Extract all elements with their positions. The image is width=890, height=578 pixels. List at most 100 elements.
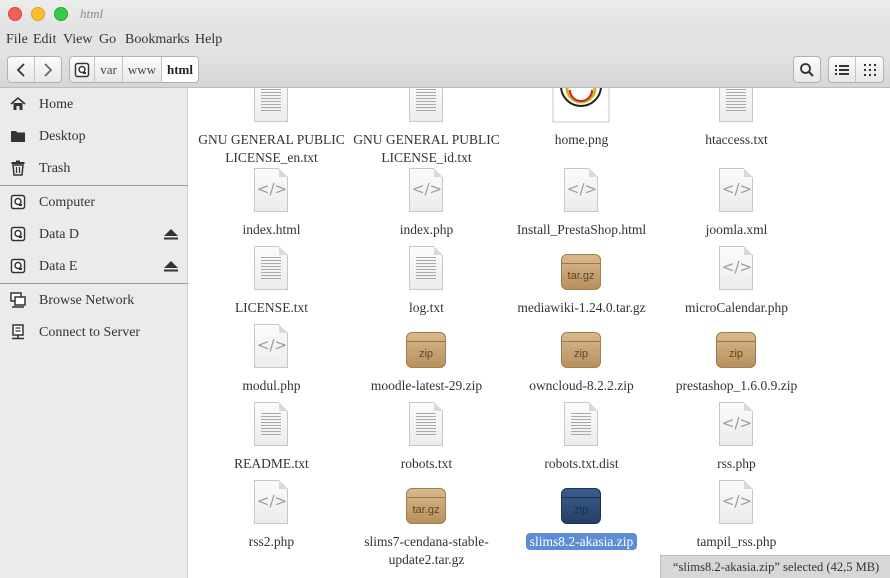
sidebar-item-label: Data E [39, 259, 78, 274]
file-name: joomla.xml [705, 222, 768, 237]
file-name: home.png [554, 132, 609, 147]
sidebar-item-data-e[interactable]: Data E [0, 252, 188, 280]
list-view-button[interactable] [829, 57, 857, 82]
file-item[interactable]: tar.gz mediawiki-1.24.0.tar.gz [504, 246, 659, 336]
file-item[interactable]: robots.txt.dist [504, 402, 659, 492]
sidebar-item-computer[interactable]: Computer [0, 188, 188, 216]
file-item[interactable]: zip prestashop_1.6.0.9.zip [659, 324, 814, 414]
chevron-right-icon [44, 62, 53, 77]
file-name: moodle-latest-29.zip [370, 378, 483, 393]
grid-view-icon [863, 63, 876, 76]
file-item[interactable]: log.txt [349, 246, 504, 336]
file-name: htaccess.txt [705, 132, 768, 147]
breadcrumb-www[interactable]: www [123, 57, 162, 82]
file-name: owncloud-8.2.2.zip [529, 378, 634, 393]
file-item[interactable]: </> rss.php [659, 402, 814, 492]
view-mode-buttons [828, 56, 884, 83]
forward-button[interactable] [35, 57, 61, 82]
trash-icon [11, 160, 25, 176]
close-window-button[interactable] [8, 7, 22, 21]
sidebar-item-home[interactable]: Home [0, 90, 188, 118]
network-icon [10, 292, 26, 308]
back-button[interactable] [8, 57, 35, 82]
file-item[interactable]: GNU GENERAL PUBLIC LICENSE_en.txt [194, 88, 349, 168]
breadcrumb-var[interactable]: var [95, 57, 123, 82]
file-name: mediawiki-1.24.0.tar.gz [517, 300, 646, 315]
breadcrumb-html[interactable]: html [162, 57, 198, 82]
search-button[interactable] [794, 57, 820, 82]
menu-file[interactable]: File [6, 32, 28, 48]
file-item[interactable]: </> Install_PrestaShop.html [504, 168, 659, 258]
file-item[interactable]: zip slims8.2-akasia.zip [504, 480, 659, 570]
file-item[interactable]: LICENSE.txt [194, 246, 349, 336]
file-item[interactable]: </> modul.php [194, 324, 349, 414]
archive-file-icon: zip [406, 324, 446, 370]
file-item[interactable]: </> rss2.php [194, 480, 349, 570]
menu-help[interactable]: Help [195, 32, 222, 48]
menu-view[interactable]: View [63, 32, 92, 48]
menu-go[interactable]: Go [99, 32, 116, 48]
text-file-icon [251, 402, 291, 448]
minimize-window-button[interactable] [31, 7, 45, 21]
code-file-icon: </> [716, 480, 756, 526]
server-icon [12, 324, 24, 340]
sidebar-item-desktop[interactable]: Desktop [0, 122, 188, 150]
breadcrumb-root[interactable] [70, 57, 96, 82]
file-name: modul.php [242, 378, 301, 393]
code-file-icon: </> [716, 168, 756, 214]
file-item[interactable]: </> index.php [349, 168, 504, 258]
sidebar-divider [0, 185, 188, 186]
file-item[interactable]: home.png [504, 88, 659, 168]
file-name: GNU GENERAL PUBLIC LICENSE_id.txt [353, 132, 500, 165]
home-icon [10, 96, 26, 110]
file-item[interactable]: zip owncloud-8.2.2.zip [504, 324, 659, 414]
menu-edit[interactable]: Edit [33, 32, 56, 48]
file-name: slims7-cendana-stable-update2.tar.gz [364, 534, 489, 567]
file-item[interactable]: zip moodle-latest-29.zip [349, 324, 504, 414]
eject-icon[interactable] [164, 261, 178, 272]
archive-file-icon: zip [716, 324, 756, 370]
status-bar: “slims8.2-akasia.zip” selected (42,5 MB) [660, 555, 890, 578]
image-file-icon [551, 88, 611, 124]
sidebar-divider [0, 283, 188, 284]
text-file-icon [406, 402, 446, 448]
file-item[interactable]: </> index.html [194, 168, 349, 258]
file-item[interactable]: robots.txt [349, 402, 504, 492]
sidebar: Home Desktop Trash Computer Data D Data … [0, 88, 188, 578]
file-item[interactable]: htaccess.txt [659, 88, 814, 168]
code-file-icon: </> [406, 168, 446, 214]
sidebar-item-label: Browse Network [39, 293, 135, 308]
archive-file-icon: tar.gz [561, 246, 601, 292]
file-name: LICENSE.txt [234, 300, 309, 315]
file-item[interactable]: GNU GENERAL PUBLIC LICENSE_id.txt [349, 88, 504, 168]
search-button-group [793, 56, 821, 83]
code-file-icon: </> [716, 246, 756, 292]
file-name: GNU GENERAL PUBLIC LICENSE_en.txt [198, 132, 345, 165]
file-item[interactable]: </> joomla.xml [659, 168, 814, 258]
toolbar: var www html [0, 52, 890, 88]
menu-bookmarks[interactable]: Bookmarks [125, 32, 190, 48]
code-file-icon: </> [561, 168, 601, 214]
maximize-window-button[interactable] [54, 7, 68, 21]
chevron-left-icon [16, 62, 25, 77]
sidebar-item-data-d[interactable]: Data D [0, 220, 188, 248]
file-name: index.php [399, 222, 454, 237]
file-name: rss2.php [248, 534, 295, 549]
code-file-icon: </> [251, 168, 291, 214]
sidebar-item-label: Connect to Server [39, 325, 141, 340]
sidebar-item-trash[interactable]: Trash [0, 154, 188, 182]
grid-view-button[interactable] [856, 57, 883, 82]
file-item[interactable]: tar.gz slims7-cendana-stable-update2.tar.… [349, 480, 504, 570]
eject-icon[interactable] [164, 229, 178, 240]
list-view-icon [835, 64, 849, 75]
sidebar-item-browse-network[interactable]: Browse Network [0, 286, 188, 314]
file-name: microCalendar.php [684, 300, 789, 315]
file-item[interactable]: README.txt [194, 402, 349, 492]
code-file-icon: </> [251, 324, 291, 370]
sidebar-item-connect-to-server[interactable]: Connect to Server [0, 318, 188, 346]
text-file-icon [406, 88, 446, 124]
drive-icon [10, 258, 26, 274]
text-file-icon [406, 246, 446, 292]
file-name: robots.txt.dist [544, 456, 619, 471]
file-item[interactable]: </> microCalendar.php [659, 246, 814, 336]
